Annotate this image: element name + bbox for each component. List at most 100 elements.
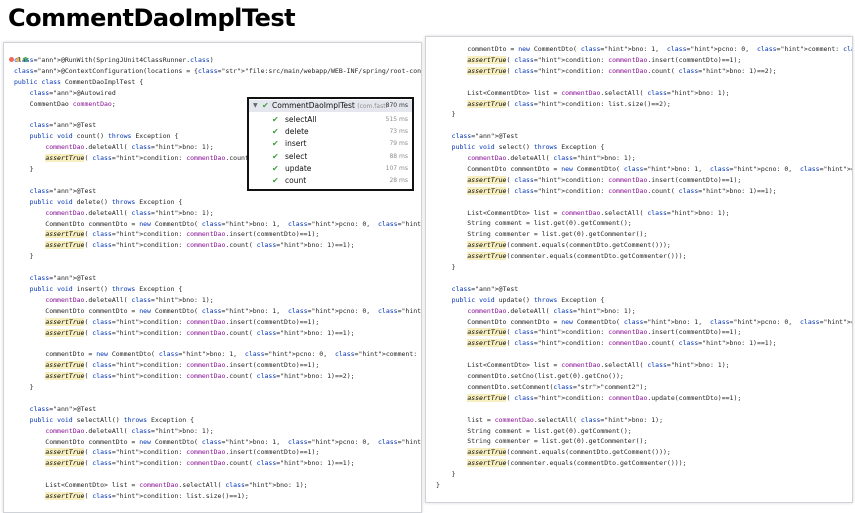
code-line[interactable]: assertTrue( class="hint">condition: comm… [14,458,355,469]
test-row-count[interactable]: ✔ count 28 ms [249,175,412,187]
code-line[interactable]: assertTrue( class="hint">condition: comm… [436,55,741,66]
chevron-down-icon[interactable]: ▼ [253,100,258,112]
code-line[interactable]: assertTrue( class="hint">condition: comm… [436,175,741,186]
test-time: 107 ms [385,164,408,172]
code-line[interactable]: assertTrue( class="hint">condition: comm… [14,360,319,371]
code-line[interactable]: class="ann">@RunWith(SpringJUnit4ClassRu… [14,55,214,66]
code-line[interactable]: CommentDao commentDao; [14,99,116,110]
code-line[interactable]: CommentDto commentDto = new CommentDto( … [14,437,421,448]
code-line[interactable]: assertTrue( class="hint">condition: comm… [14,240,355,251]
code-line[interactable]: CommentDto commentDto = new CommentDto( … [436,164,852,175]
code-line[interactable]: commentDao.deleteAll( class="hint">bno: … [436,153,635,164]
check-icon: ✔ [262,101,269,110]
code-line[interactable]: public void insert() throws Exception { [14,284,183,295]
code-line[interactable]: public void update() throws Exception { [436,295,605,306]
code-line[interactable]: class="ann">@Test [14,120,97,131]
code-line[interactable]: assertTrue( class="hint">condition: comm… [436,66,777,77]
test-results-popup: ▼ ✔ CommentDaoImplTest (com.fasti 870 ms… [247,97,414,191]
code-line[interactable]: List<CommentDto> list = commentDao.selec… [436,88,729,99]
code-line[interactable]: } [14,382,34,393]
code-line[interactable]: commentDto.setCno(list.get(0).getCno()); [436,371,624,382]
code-line[interactable]: class="ann">@Test [14,404,97,415]
code-line[interactable]: commentDao.deleteAll( class="hint">bno: … [14,426,213,437]
code-line[interactable]: String comment = list.get(0).getComment(… [436,426,631,437]
code-line[interactable]: } [14,251,34,262]
suite-name: CommentDaoImplTest [272,101,355,110]
code-line[interactable]: commentDto = new CommentDto( class="hint… [14,349,421,360]
check-icon: ✔ [272,176,279,185]
code-line[interactable]: class="ann">@Test [14,273,97,284]
code-line[interactable]: class="ann">@Test [436,284,519,295]
code-line[interactable]: assertTrue( class="hint">condition: comm… [436,338,777,349]
code-line[interactable]: commentDao.deleteAll( class="hint">bno: … [14,208,213,219]
test-row-insert[interactable]: ✔ insert 79 ms [249,138,412,150]
test-name: count [285,176,307,185]
check-icon: ✔ [272,127,279,137]
code-line[interactable]: assertTrue(comment.equals(commentDto.get… [436,240,671,251]
check-icon: ✔ [272,139,279,149]
test-row-select[interactable]: ✔ select 88 ms [249,151,412,163]
code-line[interactable]: CommentDto commentDto = new CommentDto( … [14,219,421,230]
code-line[interactable]: List<CommentDto> list = commentDao.selec… [436,208,729,219]
code-line[interactable]: } [436,480,440,491]
code-line[interactable]: assertTrue(commenter.equals(commentDto.g… [436,251,686,262]
code-line[interactable]: } [436,262,456,273]
code-line[interactable]: commentDao.deleteAll( class="hint">bno: … [436,306,635,317]
test-name: update [285,163,312,173]
code-line[interactable]: List<CommentDto> list = commentDao.selec… [436,360,729,371]
test-name: select [285,151,308,161]
code-line[interactable]: class="ann">@Test [14,186,97,197]
code-line[interactable]: assertTrue( class="hint">condition: comm… [14,371,355,382]
code-line[interactable]: assertTrue( class="hint">condition: comm… [436,393,741,404]
code-line[interactable]: CommentDto commentDto = new CommentDto( … [436,317,852,328]
code-line[interactable]: assertTrue( class="hint">condition: list… [14,491,249,502]
code-line[interactable]: assertTrue( class="hint">condition: comm… [14,328,355,339]
test-row-selectAll[interactable]: ✔ selectAll 515 ms [249,114,412,126]
code-line[interactable]: list = commentDao.selectAll( class="hint… [436,415,663,426]
test-row-update[interactable]: ✔ update 107 ms [249,163,412,175]
page-title: CommentDaoImplTest [8,4,296,32]
code-line[interactable]: assertTrue( class="hint">condition: comm… [436,186,777,197]
code-line[interactable]: class="ann">@ContextConfiguration(locati… [14,66,421,77]
code-line[interactable]: public void select() throws Exception { [436,142,605,153]
test-time: 88 ms [389,152,408,160]
code-line[interactable]: } [14,164,34,175]
test-suite-row[interactable]: ▼ ✔ CommentDaoImplTest (com.fasti 870 ms [249,100,412,112]
editor-panel-right[interactable]: commentDto = new CommentDto( class="hint… [425,36,853,503]
code-line[interactable]: } [436,469,456,480]
code-line[interactable]: assertTrue( class="hint">condition: comm… [14,317,319,328]
check-icon: ✔ [272,163,279,173]
code-line[interactable]: } [436,109,456,120]
check-icon: ✔ [272,115,279,124]
code-line[interactable]: class="ann">@Test [436,131,519,142]
suite-time: 870 ms [385,102,408,109]
test-time: 515 ms [385,116,408,123]
code-line[interactable]: assertTrue(comment.equals(commentDto.get… [436,447,671,458]
test-row-delete[interactable]: ✔ delete 73 ms [249,126,412,138]
code-line[interactable]: String comment = list.get(0).getComment(… [436,218,631,229]
code-line[interactable]: commentDto = new CommentDto( class="hint… [436,44,852,55]
check-icon: ✔ [272,151,279,161]
test-time: 28 ms [389,177,408,184]
code-line[interactable]: public void delete() throws Exception { [14,197,183,208]
code-line[interactable]: public void count() throws Exception { [14,131,179,142]
code-line[interactable]: commentDto.setComment(class="str">"comme… [436,382,647,393]
code-line[interactable]: class="ann">@Autowired [14,88,116,99]
code-line[interactable]: assertTrue(commenter.equals(commentDto.g… [436,458,686,469]
code-line[interactable]: List<CommentDto> list = commentDao.selec… [14,480,307,491]
code-line[interactable]: public void selectAll() throws Exception… [14,415,194,426]
code-line[interactable]: assertTrue( class="hint">condition: comm… [14,447,319,458]
code-line[interactable]: assertTrue( class="hint">condition: comm… [436,327,741,338]
test-time: 73 ms [389,128,408,136]
code-line[interactable]: commentDao.deleteAll( class="hint">bno: … [14,142,213,153]
code-line[interactable]: commentDao.deleteAll( class="hint">bno: … [14,295,213,306]
code-line[interactable]: CommentDto commentDto = new CommentDto( … [14,306,421,317]
code-line[interactable]: String commenter = list.get(0).getCommen… [436,436,647,447]
code-line[interactable]: assertTrue( class="hint">condition: comm… [14,229,319,240]
code-line[interactable]: public class CommentDaoImplTest { [14,77,143,88]
test-name: delete [285,127,309,137]
code-line[interactable]: assertTrue( class="hint">condition: list… [436,99,671,110]
test-name: insert [285,139,307,149]
code-line[interactable]: String commenter = list.get(0).getCommen… [436,229,647,240]
test-name: selectAll [285,115,317,124]
